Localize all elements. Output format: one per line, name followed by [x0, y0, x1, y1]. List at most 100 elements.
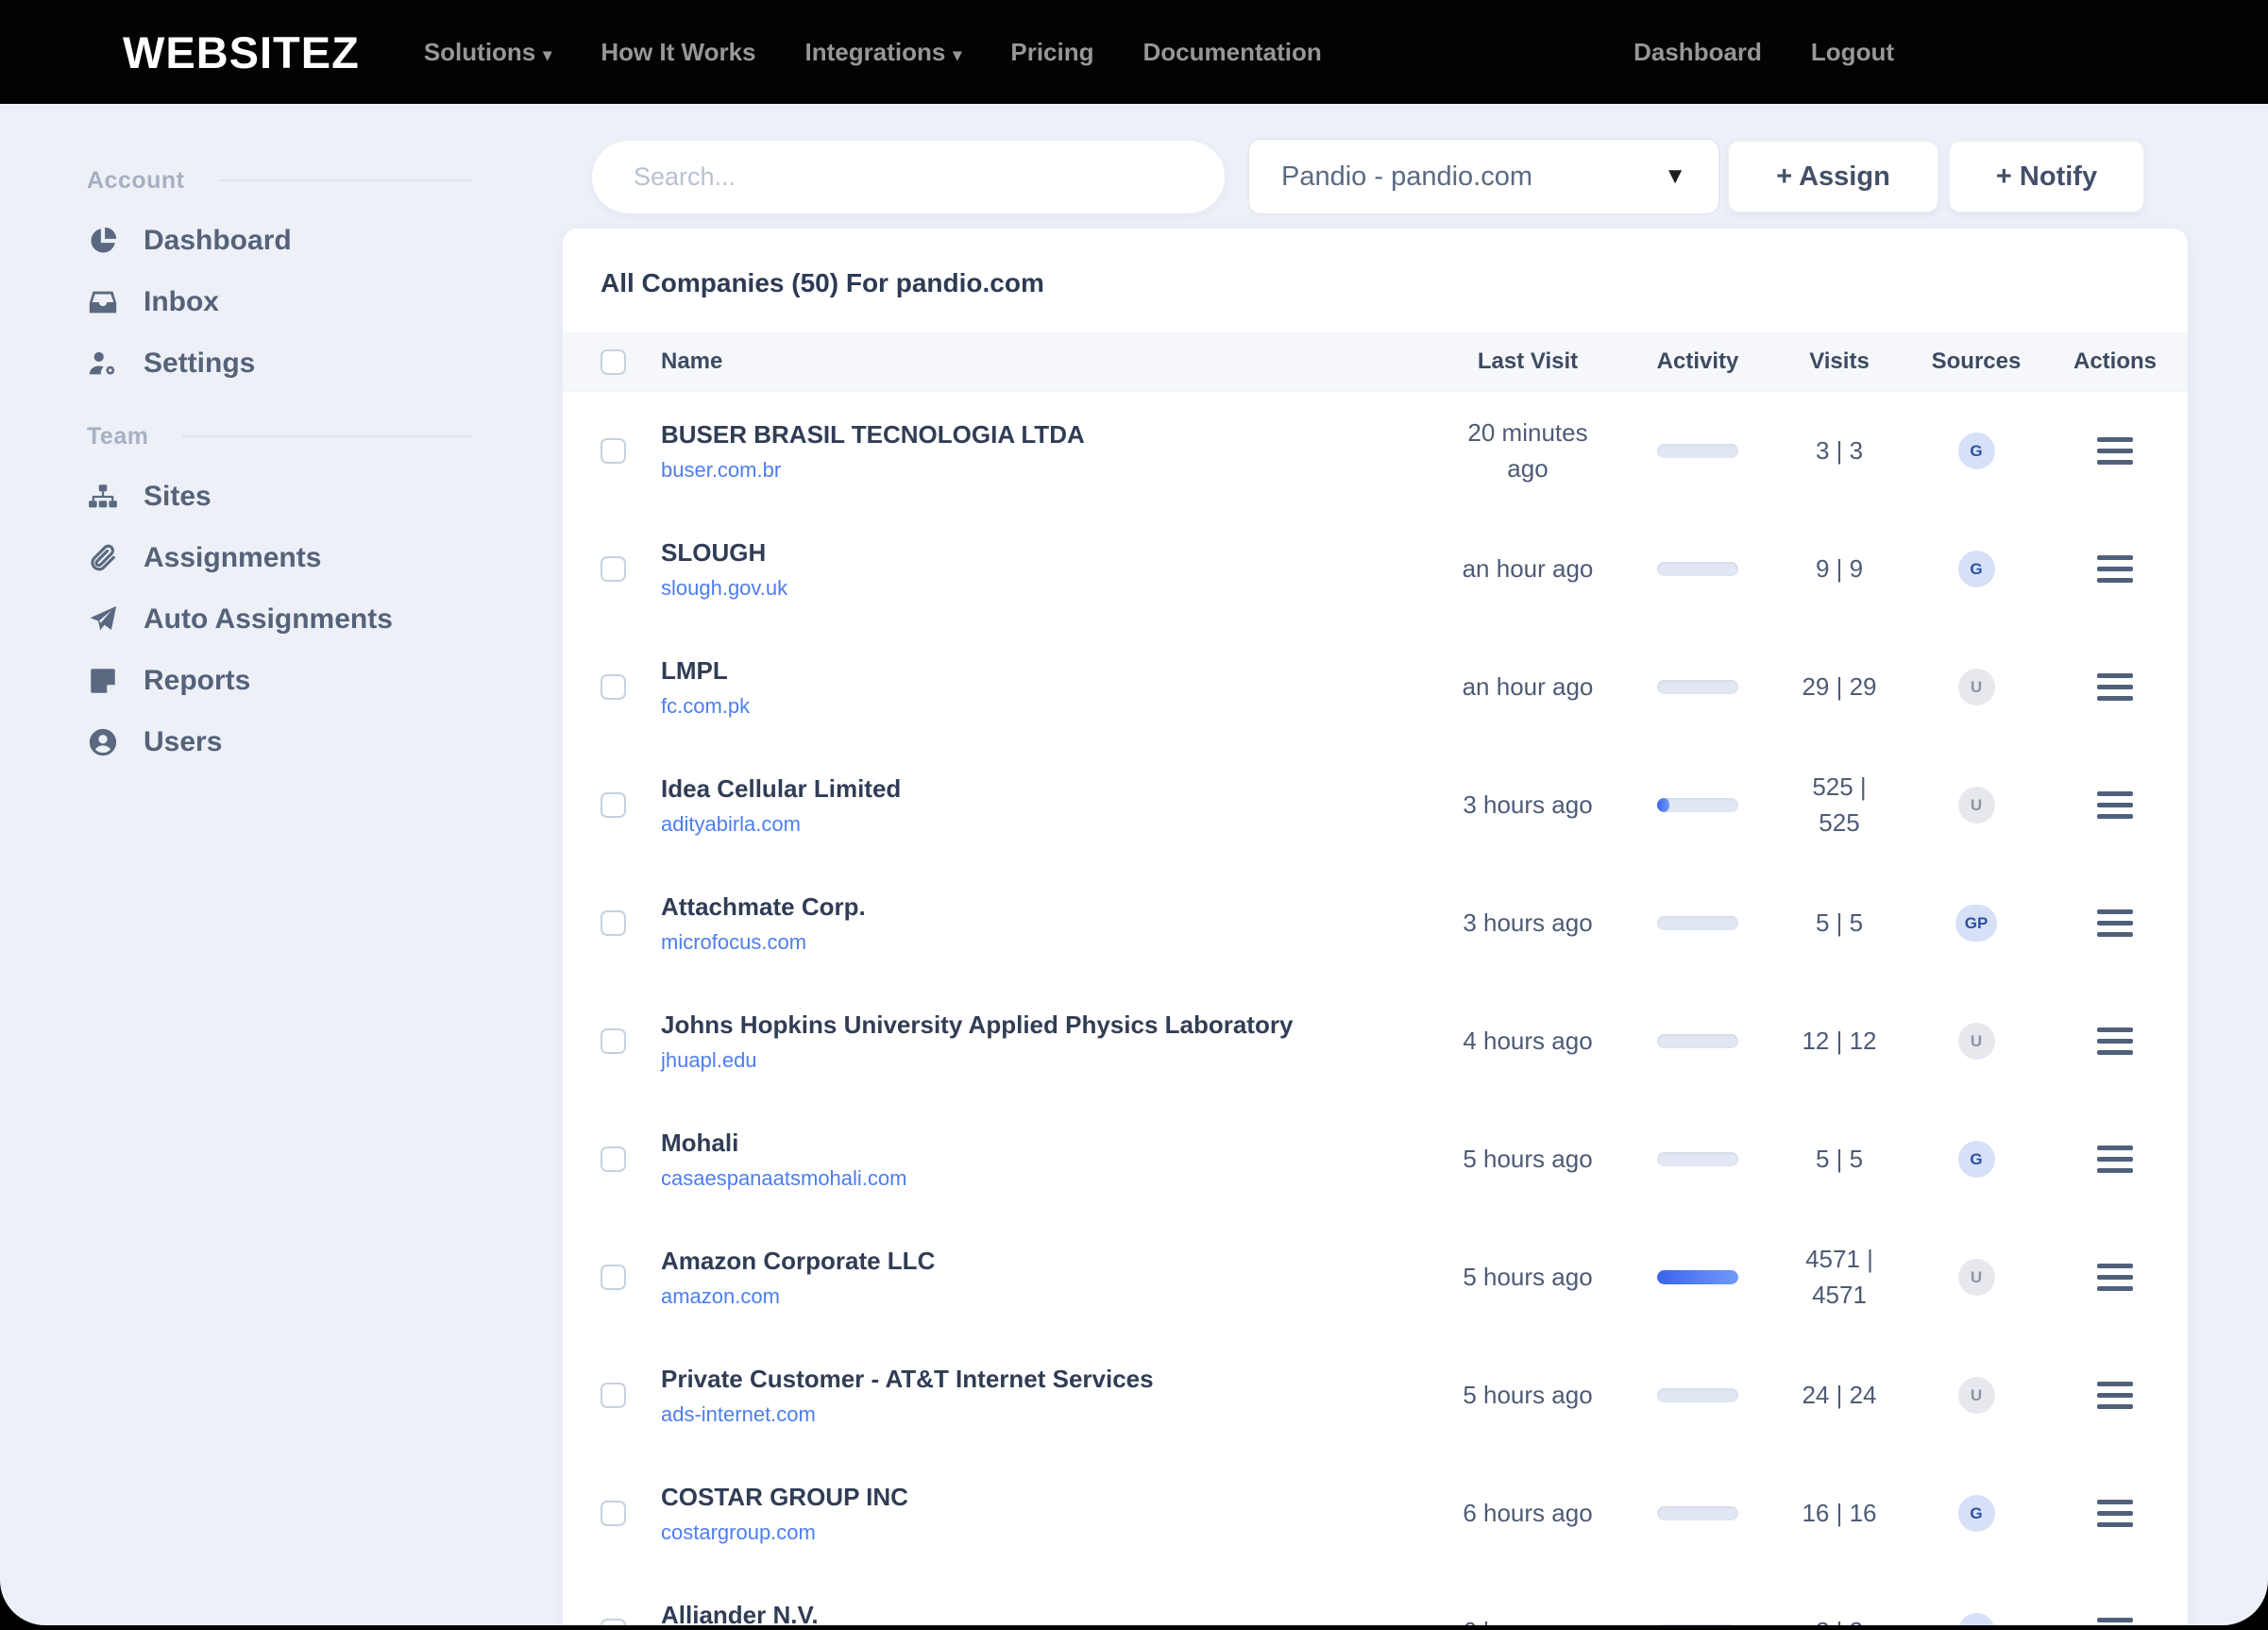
row-actions-menu-icon[interactable]	[2097, 1024, 2133, 1059]
row-checkbox[interactable]	[601, 674, 626, 700]
row-actions-menu-icon[interactable]	[2097, 1614, 2133, 1625]
source-badge: U	[1958, 669, 1995, 705]
actions-cell	[2042, 1142, 2188, 1177]
nav-item-logout[interactable]: Logout	[1811, 38, 1894, 67]
row-actions-menu-icon[interactable]	[2097, 1496, 2133, 1531]
company-name: COSTAR GROUP INC	[661, 1483, 1429, 1512]
activity-cell	[1627, 798, 1769, 812]
sidebar-item-sites[interactable]: Sites	[87, 466, 472, 527]
visits: 12 | 12	[1802, 1024, 1876, 1060]
sidebar-item-users[interactable]: Users	[87, 711, 472, 773]
company-name: BUSER BRASIL TECNOLOGIA LTDA	[661, 420, 1429, 450]
activity-cell	[1627, 680, 1769, 694]
row-checkbox[interactable]	[601, 1146, 626, 1172]
sidebar-item-reports[interactable]: Reports	[87, 650, 472, 711]
company-cell: Idea Cellular Limited adityabirla.com	[661, 774, 1429, 837]
nav-item-integrations[interactable]: Integrations▾	[805, 38, 962, 67]
select-all-checkbox[interactable]	[601, 349, 626, 375]
row-checkbox[interactable]	[601, 1501, 626, 1526]
nav-item-dashboard[interactable]: Dashboard	[1633, 38, 1762, 67]
activity-bar	[1657, 916, 1738, 930]
row-actions-menu-icon[interactable]	[2097, 552, 2133, 586]
actions-cell	[2042, 433, 2188, 468]
section-title: Account	[87, 167, 185, 195]
row-checkbox[interactable]	[601, 1619, 626, 1625]
row-actions-menu-icon[interactable]	[2097, 1378, 2133, 1413]
row-actions-menu-icon[interactable]	[2097, 906, 2133, 941]
activity-cell	[1627, 1624, 1769, 1625]
actions-cell	[2042, 1024, 2188, 1059]
last-visit-cell: 3 hours ago	[1429, 906, 1627, 942]
sidebar-item-assignments[interactable]: Assignments	[87, 527, 472, 588]
nav-item-how-it-works[interactable]: How It Works	[601, 38, 755, 67]
sidebar-item-label: Sites	[144, 481, 212, 513]
activity-bar	[1657, 1624, 1738, 1625]
row-actions-menu-icon[interactable]	[2097, 1142, 2133, 1177]
visits-cell: 3 | 3	[1769, 433, 1910, 469]
company-domain[interactable]: amazon.com	[661, 1284, 780, 1309]
activity-bar	[1657, 1152, 1738, 1166]
sidebar-item-label: Assignments	[144, 542, 321, 574]
company-domain[interactable]: microfocus.com	[661, 930, 806, 955]
company-name: Amazon Corporate LLC	[661, 1247, 1429, 1276]
visits-cell: 4571 | 4571	[1769, 1242, 1910, 1313]
row-actions-menu-icon[interactable]	[2097, 670, 2133, 705]
company-domain[interactable]: buser.com.br	[661, 458, 781, 483]
table-row: LMPL fc.com.pk an hour ago 29 | 29 U	[563, 628, 2188, 746]
assign-button[interactable]: + Assign	[1728, 141, 1938, 212]
activity-bar	[1657, 680, 1738, 694]
sidebar-item-settings[interactable]: Settings	[87, 332, 472, 394]
nav-item-pricing[interactable]: Pricing	[1010, 38, 1093, 67]
company-domain[interactable]: fc.com.pk	[661, 694, 750, 719]
row-actions-menu-icon[interactable]	[2097, 433, 2133, 468]
sidebar-item-auto-assignments[interactable]: Auto Assignments	[87, 588, 472, 650]
company-domain[interactable]: casaespanaatsmohali.com	[661, 1166, 906, 1191]
last-visit: 4 hours ago	[1463, 1024, 1592, 1060]
row-checkbox[interactable]	[601, 792, 626, 818]
row-checkbox[interactable]	[601, 910, 626, 936]
sidebar-item-dashboard[interactable]: Dashboard	[87, 210, 472, 271]
company-domain[interactable]: jhuapl.edu	[661, 1048, 757, 1073]
site-selector-dropdown[interactable]: Pandio - pandio.com ▼	[1247, 138, 1720, 215]
nav-item-documentation[interactable]: Documentation	[1143, 38, 1322, 67]
row-checkbox[interactable]	[601, 438, 626, 464]
source-badge: G	[1958, 551, 1995, 587]
nav-item-solutions[interactable]: Solutions▾	[424, 38, 551, 67]
source-badge: U	[1958, 1377, 1995, 1414]
section-divider	[182, 435, 472, 437]
last-visit-cell: 3 hours ago	[1429, 788, 1627, 823]
visits: 5 | 5	[1816, 1142, 1863, 1178]
table-row: Idea Cellular Limited adityabirla.com 3 …	[563, 746, 2188, 864]
inbox-icon	[87, 286, 119, 318]
user-gear-icon	[87, 348, 119, 380]
row-checkbox[interactable]	[601, 556, 626, 582]
notify-button[interactable]: + Notify	[1949, 141, 2144, 212]
activity-cell	[1627, 1152, 1769, 1166]
visits-cell: 5 | 5	[1769, 1142, 1910, 1178]
sidebar-list-account: Dashboard Inbox Settings	[87, 210, 472, 394]
search-input[interactable]	[592, 141, 1225, 213]
row-checkbox[interactable]	[601, 1265, 626, 1290]
nav-right: Dashboard Logout	[1633, 38, 1894, 67]
section-divider	[219, 179, 473, 181]
company-domain[interactable]: ads-internet.com	[661, 1402, 816, 1427]
row-actions-menu-icon[interactable]	[2097, 788, 2133, 823]
last-visit: 5 hours ago	[1463, 1142, 1592, 1178]
visits: 24 | 24	[1802, 1378, 1876, 1414]
company-domain[interactable]: adityabirla.com	[661, 812, 801, 837]
company-name: Attachmate Corp.	[661, 892, 1429, 922]
last-visit-cell: 4 hours ago	[1429, 1024, 1627, 1060]
table-row: Alliander N.V. alliander.com 6 hours ago…	[563, 1572, 2188, 1625]
company-domain[interactable]: costargroup.com	[661, 1520, 816, 1545]
company-name: Alliander N.V.	[661, 1601, 1429, 1626]
row-checkbox[interactable]	[601, 1383, 626, 1408]
company-cell: LMPL fc.com.pk	[661, 656, 1429, 719]
actions-cell	[2042, 1614, 2188, 1625]
company-domain[interactable]: slough.gov.uk	[661, 576, 787, 601]
row-actions-menu-icon[interactable]	[2097, 1260, 2133, 1295]
visits-cell: 5 | 5	[1769, 906, 1910, 942]
row-checkbox[interactable]	[601, 1028, 626, 1054]
sidebar-section-account: Account	[87, 159, 472, 202]
visits: 4571 | 4571	[1793, 1242, 1886, 1313]
sidebar-item-inbox[interactable]: Inbox	[87, 271, 472, 332]
